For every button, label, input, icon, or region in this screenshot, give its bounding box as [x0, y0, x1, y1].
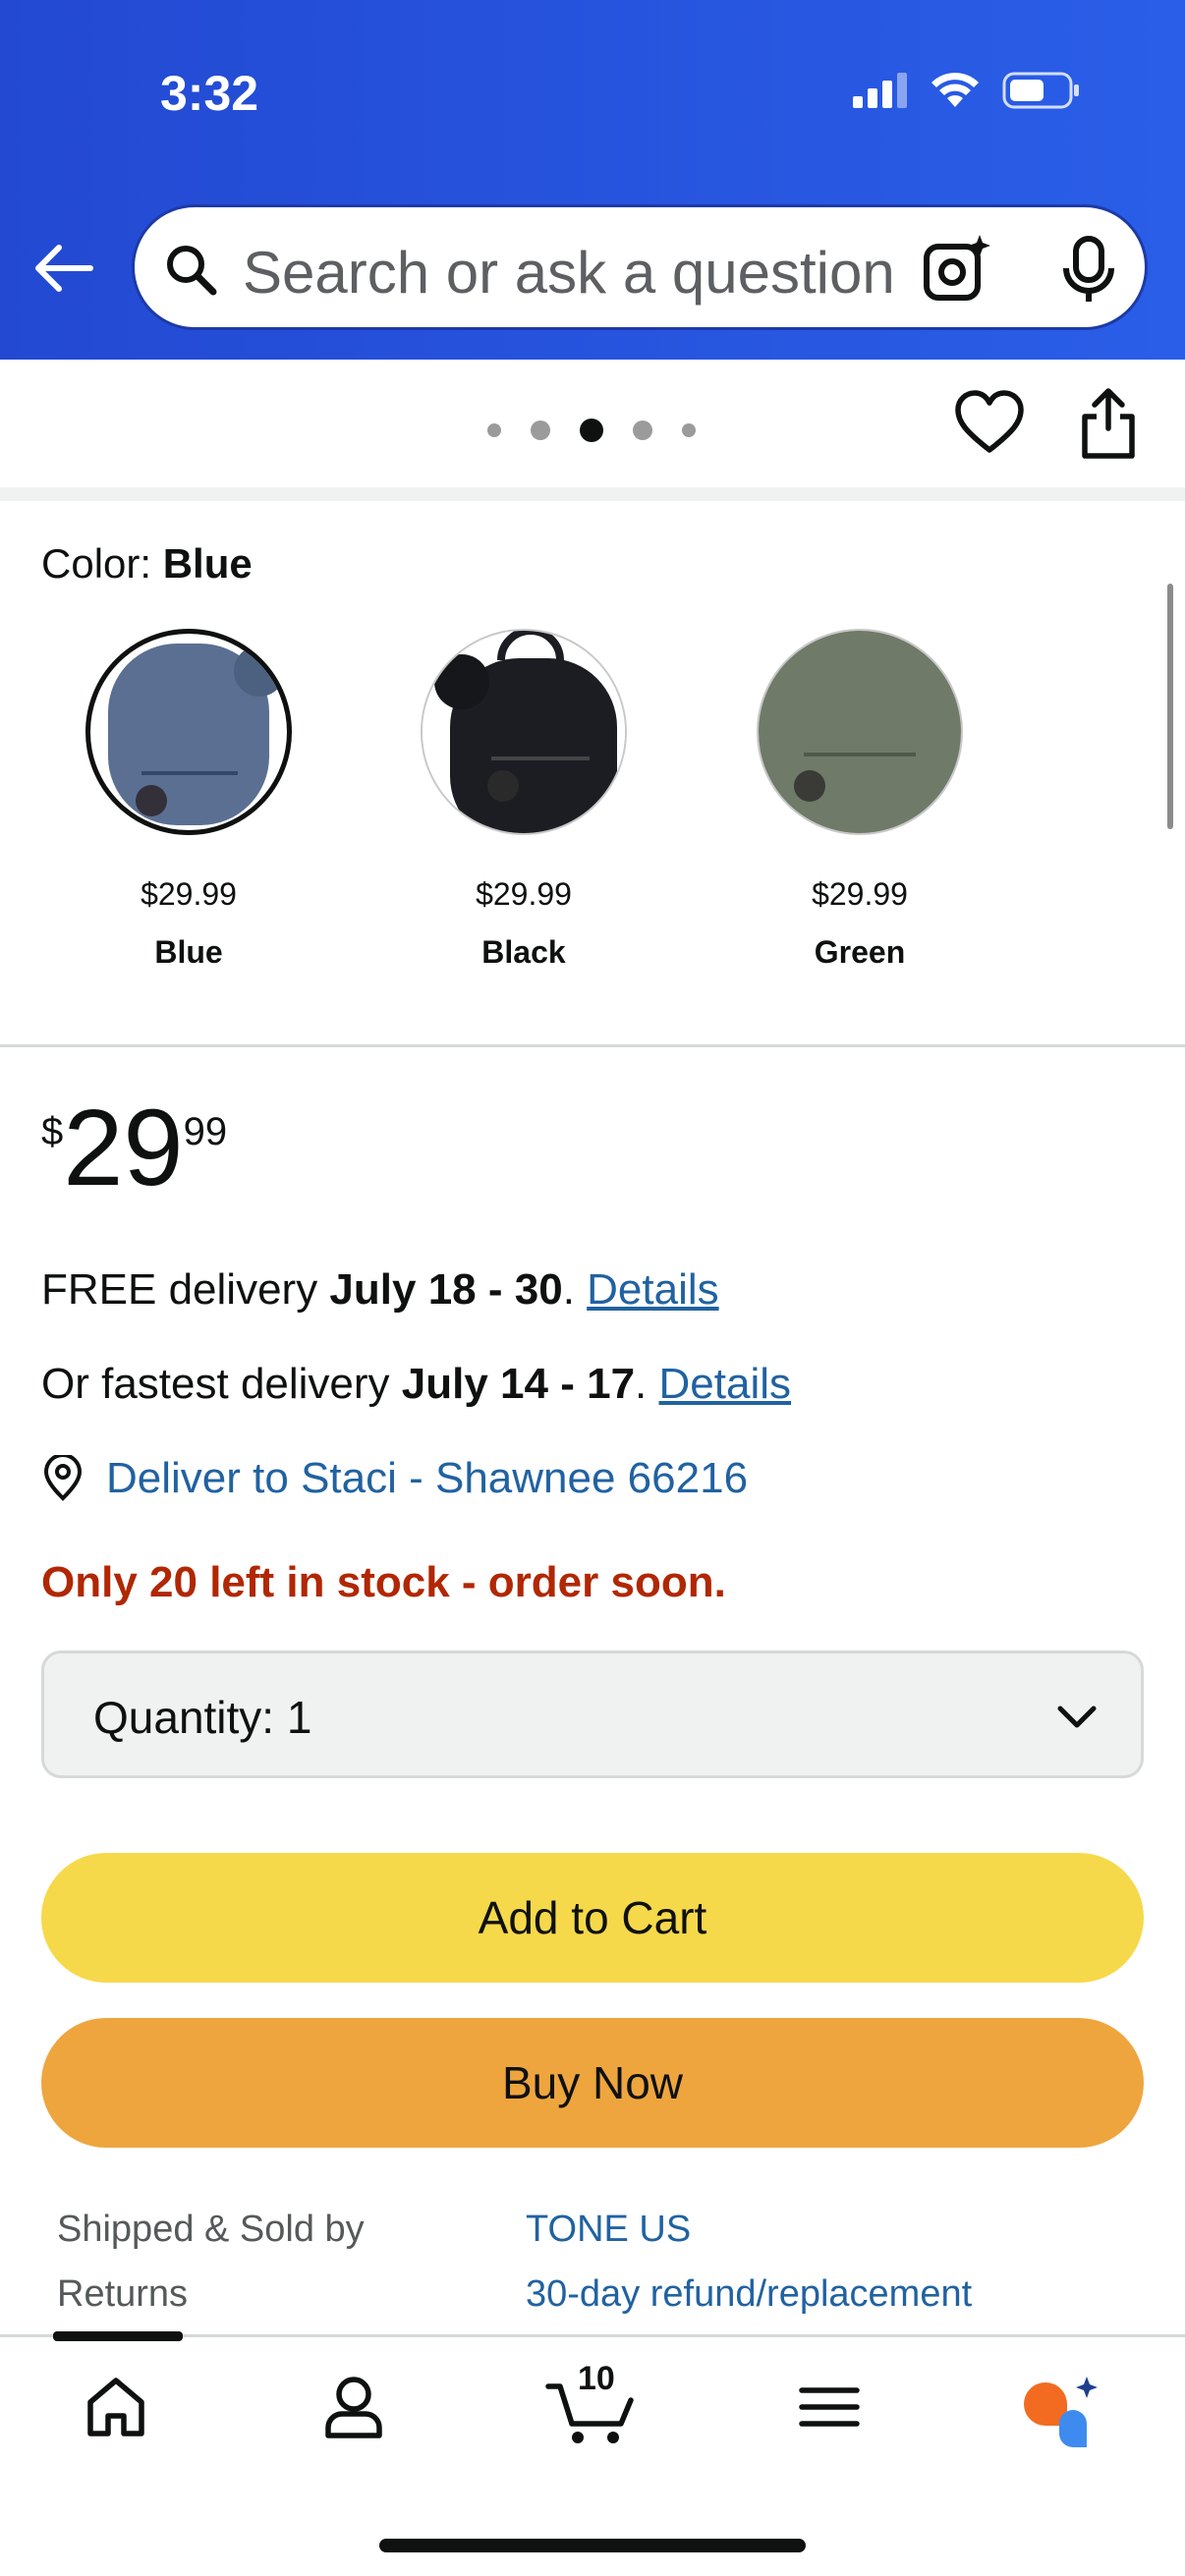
swatch-image-green[interactable] — [757, 629, 963, 835]
swatch-name: Blue — [154, 934, 223, 970]
quantity-text: Quantity: 1 — [93, 1691, 311, 1744]
carousel-dot-active[interactable] — [580, 419, 603, 442]
quantity-dropdown[interactable]: Quantity: 1 — [41, 1651, 1144, 1778]
free-delivery-details-link[interactable]: Details — [587, 1265, 719, 1314]
cellular-signal-icon — [853, 73, 907, 108]
scrollbar[interactable] — [1167, 584, 1173, 829]
free-delivery-separator: . — [562, 1265, 588, 1314]
shipped-sold-label: Shipped & Sold by — [57, 2209, 365, 2250]
add-to-cart-button[interactable]: Add to Cart — [41, 1853, 1144, 1983]
back-arrow-icon[interactable] — [29, 234, 98, 303]
rufus-assistant-icon[interactable] — [1018, 2373, 1102, 2449]
returns-label: Returns — [57, 2273, 189, 2315]
carousel-dots — [487, 419, 696, 442]
carousel-dot[interactable] — [633, 420, 652, 440]
swatch-price: $29.99 — [141, 876, 237, 912]
returns-link[interactable]: 30-day refund/replacement — [526, 2273, 972, 2316]
color-label-prefix: Color: — [41, 540, 152, 587]
carousel-dot[interactable] — [531, 420, 550, 440]
backpack-black-icon — [423, 631, 625, 833]
header: 3:32 Search or ask a question — [0, 0, 1185, 360]
carousel-dot[interactable] — [682, 423, 696, 437]
chevron-down-icon — [1057, 1706, 1097, 1728]
color-option-green[interactable]: $29.99 Green — [757, 629, 963, 971]
fast-delivery-prefix: Or fastest delivery — [41, 1360, 402, 1408]
wishlist-heart-icon[interactable] — [953, 387, 1026, 460]
backpack-blue-icon — [97, 641, 285, 825]
quantity-value: 1 — [286, 1692, 312, 1743]
swatch-name: Black — [481, 934, 566, 970]
account-icon[interactable] — [320, 2373, 387, 2441]
cart-count-badge: 10 — [578, 2360, 615, 2397]
search-bar[interactable]: Search or ask a question — [132, 204, 1148, 330]
carousel-dot[interactable] — [487, 423, 501, 437]
free-delivery-line: FREE delivery July 18 - 30. Details — [41, 1265, 719, 1315]
search-input[interactable]: Search or ask a question — [243, 239, 895, 307]
swatch-name: Green — [814, 934, 906, 970]
price-symbol: $ — [41, 1110, 64, 1153]
fast-delivery-dates: July 14 - 17 — [401, 1360, 636, 1408]
home-indicator[interactable] — [379, 2539, 806, 2552]
selected-color: Blue — [162, 540, 253, 587]
deliver-to-text[interactable]: Deliver to Staci - Shawnee 66216 — [106, 1454, 748, 1503]
color-label: Color: Blue — [41, 540, 253, 588]
share-icon[interactable] — [1077, 385, 1140, 462]
fast-delivery-separator: . — [635, 1360, 659, 1408]
status-icons — [853, 71, 1081, 110]
price-fraction: 99 — [183, 1110, 228, 1153]
location-pin-icon — [43, 1455, 83, 1501]
stock-warning: Only 20 left in stock - order soon. — [41, 1558, 726, 1606]
swatch-price: $29.99 — [476, 876, 572, 912]
backpack-green-icon — [759, 631, 961, 833]
fast-delivery-details-link[interactable]: Details — [659, 1360, 792, 1408]
section-divider — [0, 487, 1185, 501]
seller-link[interactable]: TONE US — [526, 2209, 691, 2251]
battery-icon — [1002, 72, 1079, 109]
deliver-to-link[interactable]: Deliver to Staci - Shawnee 66216 — [41, 1454, 748, 1503]
buy-now-button[interactable]: Buy Now — [41, 2018, 1144, 2148]
search-icon — [167, 246, 217, 296]
price: $ 29 99 — [41, 1089, 227, 1207]
home-icon[interactable] — [83, 2373, 149, 2441]
active-tab-indicator — [53, 2331, 183, 2341]
visual-search-camera-icon[interactable] — [921, 233, 993, 306]
image-carousel-bar — [0, 360, 1185, 487]
color-option-black[interactable]: $29.99 Black — [421, 629, 627, 971]
microphone-icon[interactable] — [1056, 235, 1121, 306]
swatch-image-black[interactable] — [421, 629, 627, 835]
color-option-blue[interactable]: $29.99 Blue — [85, 629, 292, 971]
free-delivery-prefix: FREE delivery — [41, 1265, 330, 1314]
free-delivery-dates: July 18 - 30 — [329, 1265, 563, 1314]
menu-icon[interactable] — [798, 2373, 861, 2441]
price-whole: 29 — [63, 1088, 184, 1208]
wifi-icon — [931, 73, 979, 107]
swatch-image-blue[interactable] — [85, 629, 292, 835]
swatch-price: $29.99 — [812, 876, 908, 912]
quantity-label: Quantity: — [93, 1692, 275, 1743]
fast-delivery-line: Or fastest delivery July 14 - 17. Detail… — [41, 1360, 791, 1409]
status-time: 3:32 — [160, 66, 259, 121]
section-divider — [0, 1044, 1185, 1047]
